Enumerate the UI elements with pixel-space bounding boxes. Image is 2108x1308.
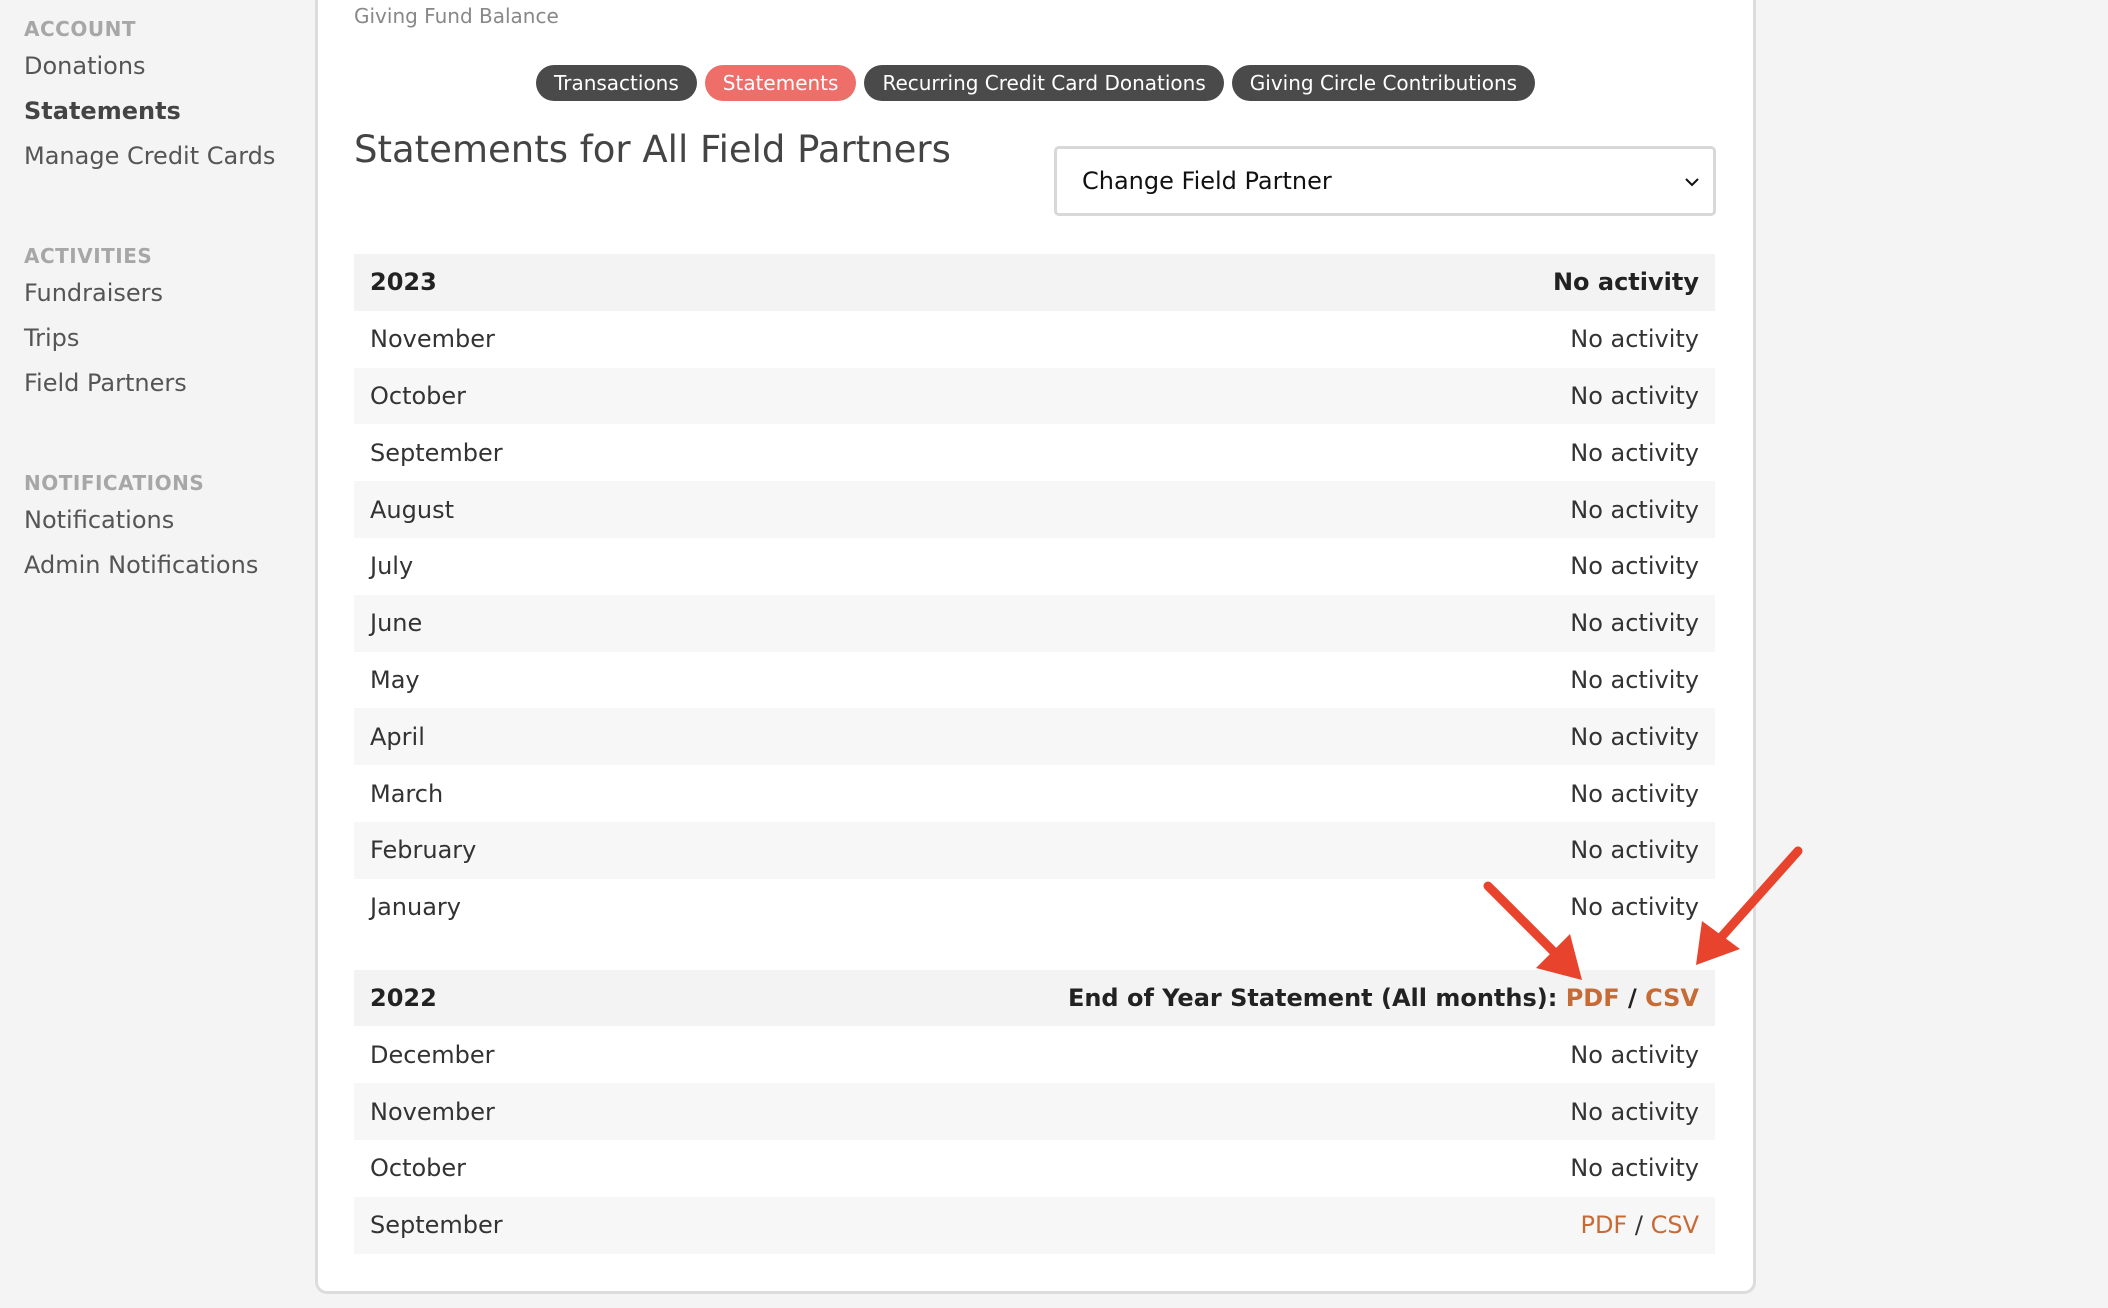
month-status: No activity	[1570, 552, 1699, 581]
month-label: October	[370, 381, 467, 410]
month-status: No activity	[1570, 1040, 1699, 1069]
year-header-2023: 2023 No activity	[354, 254, 1715, 311]
month-label: September	[370, 1211, 503, 1240]
month-label: November	[370, 325, 495, 354]
end-of-year-statement: End of Year Statement (All months): PDF …	[1068, 984, 1699, 1012]
month-row: August No activity	[354, 481, 1715, 538]
eoy-csv-link[interactable]: CSV	[1645, 984, 1699, 1012]
month-status: No activity	[1570, 609, 1699, 638]
month-status: No activity	[1570, 665, 1699, 694]
tab-recurring-credit-card-donations[interactable]: Recurring Credit Card Donations	[864, 65, 1224, 101]
year-label: 2022	[370, 983, 437, 1012]
tab-statements[interactable]: Statements	[704, 65, 857, 101]
month-row: November No activity	[354, 1083, 1715, 1140]
month-row: May No activity	[354, 652, 1715, 709]
sidebar-heading-activities: ACTIVITIES	[24, 244, 153, 268]
tab-transactions[interactable]: Transactions	[535, 65, 697, 101]
month-row: March No activity	[354, 765, 1715, 822]
month-status: No activity	[1570, 325, 1699, 354]
month-status: No activity	[1570, 722, 1699, 751]
page-title: Statements for All Field Partners	[354, 128, 951, 171]
month-label: July	[370, 552, 414, 581]
month-row: April No activity	[354, 708, 1715, 766]
sidebar-item-fundraisers[interactable]: Fundraisers	[24, 271, 314, 316]
sidebar: ACCOUNT Donations Statements Manage Cred…	[24, 14, 314, 588]
month-label: September	[370, 438, 503, 467]
month-label: January	[370, 893, 461, 922]
month-label: February	[370, 836, 477, 865]
separator: /	[1619, 983, 1646, 1012]
separator: /	[1627, 1211, 1651, 1240]
sidebar-item-notifications[interactable]: Notifications	[24, 498, 314, 543]
giving-fund-balance-label: Giving Fund Balance	[354, 4, 559, 28]
month-status: No activity	[1570, 1154, 1699, 1183]
month-status: No activity	[1570, 779, 1699, 808]
sidebar-section-notifications: NOTIFICATIONS Notifications Admin Notifi…	[24, 468, 314, 588]
sidebar-item-trips[interactable]: Trips	[24, 316, 314, 361]
main-panel: Giving Fund Balance Transactions Stateme…	[315, 0, 1756, 1294]
month-status: No activity	[1570, 438, 1699, 467]
month-csv-link[interactable]: CSV	[1651, 1211, 1699, 1239]
month-label: August	[370, 495, 454, 524]
sidebar-heading-notifications: NOTIFICATIONS	[24, 471, 205, 495]
tab-giving-circle-contributions[interactable]: Giving Circle Contributions	[1231, 65, 1536, 101]
chevron-down-icon	[1685, 178, 1699, 187]
month-label: December	[370, 1040, 495, 1069]
month-row: December No activity	[354, 1026, 1715, 1083]
month-row: October No activity	[354, 1140, 1715, 1197]
sidebar-section-activities: ACTIVITIES Fundraisers Trips Field Partn…	[24, 241, 314, 406]
year-status: No activity	[1552, 268, 1699, 297]
sidebar-heading-account: ACCOUNT	[24, 17, 136, 41]
month-row: July No activity	[354, 538, 1715, 595]
sidebar-item-statements[interactable]: Statements	[24, 89, 314, 134]
month-label: November	[370, 1097, 495, 1126]
sidebar-item-admin-notifications[interactable]: Admin Notifications	[24, 543, 314, 588]
change-field-partner-select[interactable]: Change Field Partner	[1054, 146, 1716, 216]
month-row: June No activity	[354, 594, 1715, 652]
month-label: June	[370, 609, 423, 638]
sidebar-item-donations[interactable]: Donations	[24, 44, 314, 89]
month-row: February No activity	[354, 821, 1715, 879]
sidebar-item-manage-credit-cards[interactable]: Manage Credit Cards	[24, 134, 314, 179]
month-row: November No activity	[354, 311, 1715, 368]
month-pdf-link[interactable]: PDF	[1580, 1211, 1627, 1239]
month-row: September No activity	[354, 424, 1715, 481]
sidebar-section-account: ACCOUNT Donations Statements Manage Cred…	[24, 14, 314, 179]
statements-list: 2023 No activity November No activity Octo…	[354, 254, 1715, 1254]
month-row: October No activity	[354, 367, 1715, 425]
month-status: No activity	[1570, 836, 1699, 865]
month-status: No activity	[1570, 1097, 1699, 1126]
month-downloads: PDF / CSV	[1580, 1211, 1699, 1239]
red-arrow-annotation	[1483, 881, 1582, 980]
select-value: Change Field Partner	[1082, 167, 1332, 195]
year-label: 2023	[370, 268, 437, 297]
sidebar-item-field-partners[interactable]: Field Partners	[24, 361, 314, 406]
month-status: No activity	[1570, 381, 1699, 410]
eoy-label: End of Year Statement (All months):	[1067, 983, 1566, 1012]
month-label: March	[370, 779, 444, 808]
month-row: September PDF / CSV	[354, 1196, 1715, 1254]
tab-bar: Transactions Statements Recurring Credit…	[318, 65, 1753, 101]
month-label: October	[370, 1154, 467, 1183]
month-status: No activity	[1570, 495, 1699, 524]
month-label: April	[370, 722, 425, 751]
month-label: May	[370, 665, 420, 694]
red-arrow-annotation	[1696, 846, 1803, 965]
eoy-pdf-link[interactable]: PDF	[1566, 984, 1620, 1012]
